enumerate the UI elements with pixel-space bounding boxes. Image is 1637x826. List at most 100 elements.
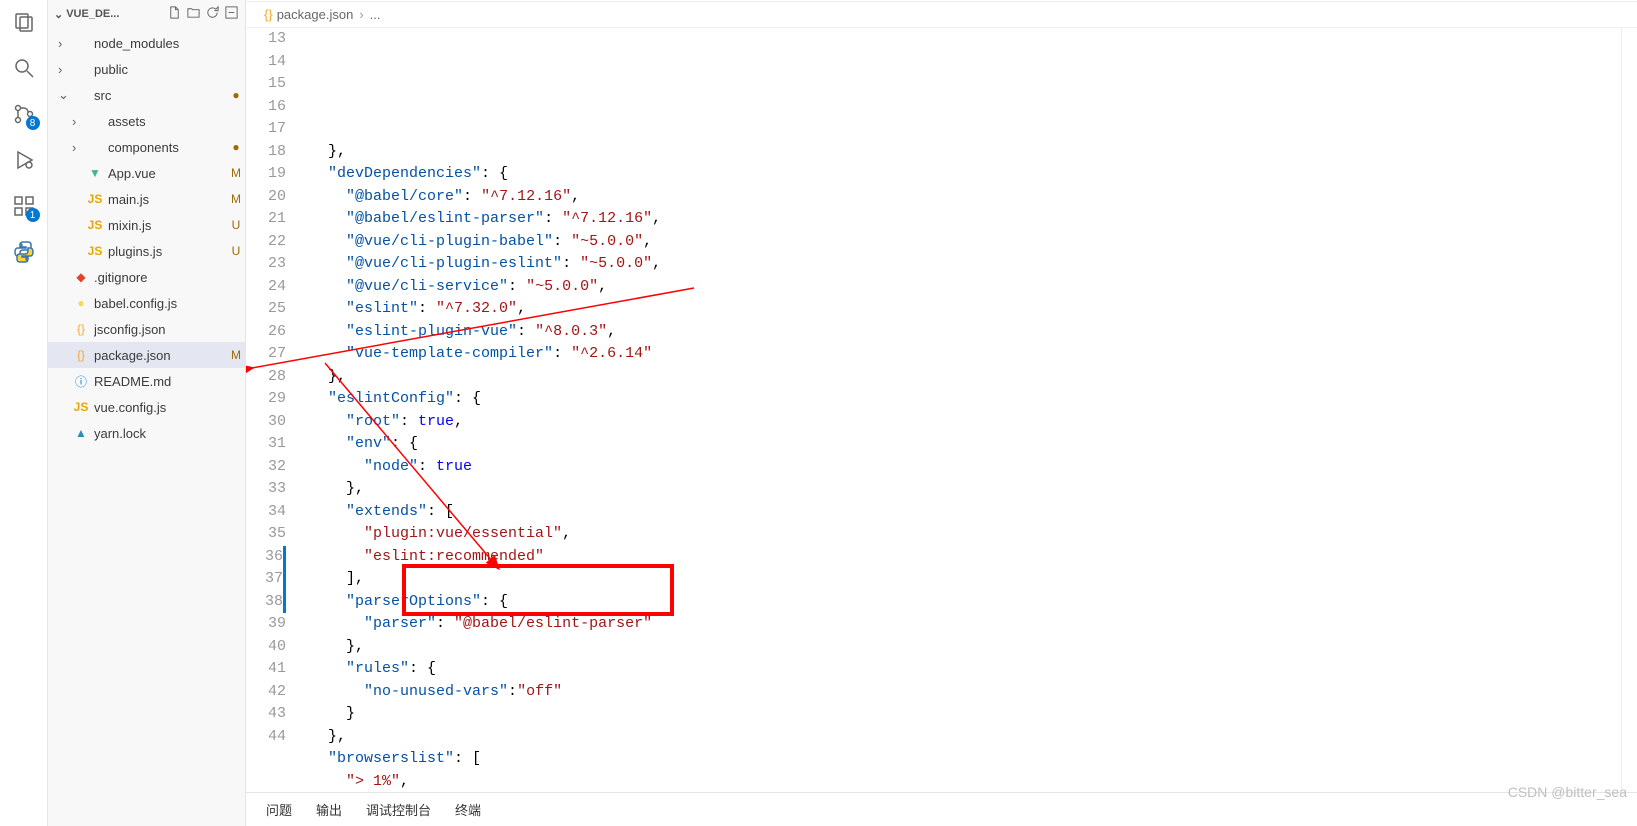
code-line[interactable]: "rules": { [304, 658, 1621, 681]
file-tree-item[interactable]: › assets [48, 108, 245, 134]
code-editor[interactable]: 1314151617181920212223242526272829303132… [246, 28, 1637, 792]
file-tree-item[interactable]: {}jsconfig.json [48, 316, 245, 342]
file-label: vue.config.js [94, 400, 227, 415]
code-content[interactable]: }, "devDependencies": { "@babel/core": "… [304, 28, 1621, 792]
sidebar-actions [167, 5, 239, 23]
explorer-icon[interactable] [10, 8, 38, 36]
new-folder-icon[interactable] [186, 5, 201, 23]
file-tree: ›node_modules›public⌄src●›assets›compone… [48, 28, 245, 826]
file-label: node_modules [94, 36, 227, 51]
file-tree-item[interactable]: ⓘREADME.md [48, 368, 245, 394]
scm-badge: 8 [26, 116, 40, 130]
minimap[interactable] [1621, 28, 1637, 792]
file-label: main.js [108, 192, 227, 207]
code-line[interactable]: "extends": [ [304, 501, 1621, 524]
file-label: package.json [94, 348, 227, 363]
extensions-badge: 1 [26, 208, 40, 222]
file-label: App.vue [108, 166, 227, 181]
app-root: 8 1 ⌄ VUE_DE... [0, 0, 1637, 826]
code-line[interactable]: "env": { [304, 433, 1621, 456]
run-debug-icon[interactable] [10, 146, 38, 174]
code-line[interactable]: "browserslist": [ [304, 748, 1621, 771]
code-line[interactable]: "no-unused-vars":"off" [304, 681, 1621, 704]
file-label: plugins.js [108, 244, 227, 259]
file-tree-item[interactable]: ●babel.config.js [48, 290, 245, 316]
code-line[interactable]: }, [304, 366, 1621, 389]
file-tree-item[interactable]: ▼App.vueM [48, 160, 245, 186]
file-tree-item[interactable]: › node_modules [48, 30, 245, 56]
breadcrumb-separator: › [359, 7, 363, 22]
watermark: CSDN @bitter_sea [1508, 784, 1627, 800]
file-tree-item[interactable]: ▲yarn.lock [48, 420, 245, 446]
file-label: yarn.lock [94, 426, 227, 441]
explorer-sidebar: ⌄ VUE_DE... ›node_modules›public⌄src●›as… [48, 0, 246, 826]
chevron-icon: › [72, 140, 86, 155]
editor-area: {} package.json › ... 131415161718192021… [246, 0, 1637, 826]
chevron-icon: ⌄ [58, 87, 72, 103]
code-line[interactable]: } [304, 703, 1621, 726]
extensions-icon[interactable]: 1 [10, 192, 38, 220]
code-line[interactable]: "@vue/cli-plugin-babel": "~5.0.0", [304, 231, 1621, 254]
code-line[interactable]: "root": true, [304, 411, 1621, 434]
code-line[interactable]: "vue-template-compiler": "^2.6.14" [304, 343, 1621, 366]
file-label: jsconfig.json [94, 322, 227, 337]
panel-tab-terminal[interactable]: 终端 [455, 800, 481, 819]
line-gutter: 1314151617181920212223242526272829303132… [246, 28, 304, 792]
code-line[interactable]: "@babel/eslint-parser": "^7.12.16", [304, 208, 1621, 231]
panel-tab-debug[interactable]: 调试控制台 [366, 800, 431, 819]
json-icon: {} [264, 7, 273, 22]
breadcrumb-file: package.json [277, 7, 354, 22]
file-tree-item[interactable]: {}package.jsonM [48, 342, 245, 368]
project-title: VUE_DE... [66, 8, 119, 20]
refresh-icon[interactable] [205, 5, 220, 23]
code-line[interactable]: "eslint-plugin-vue": "^8.0.3", [304, 321, 1621, 344]
file-label: .gitignore [94, 270, 227, 285]
file-tree-item[interactable]: ›components● [48, 134, 245, 160]
file-tree-item[interactable]: JSvue.config.js [48, 394, 245, 420]
file-label: src [94, 88, 227, 103]
file-label: mixin.js [108, 218, 227, 233]
highlight-annotation [402, 564, 674, 616]
code-line[interactable]: "plugin:vue/essential", [304, 523, 1621, 546]
file-tree-item[interactable]: ◆.gitignore [48, 264, 245, 290]
chevron-icon: › [58, 36, 72, 51]
sidebar-header[interactable]: ⌄ VUE_DE... [48, 0, 245, 28]
file-tree-item[interactable]: ⌄src● [48, 82, 245, 108]
new-file-icon[interactable] [167, 5, 182, 23]
file-label: assets [108, 114, 227, 129]
code-line[interactable]: }, [304, 726, 1621, 749]
code-line[interactable]: }, [304, 141, 1621, 164]
file-label: public [94, 62, 227, 77]
collapse-icon[interactable] [224, 5, 239, 23]
code-line[interactable]: }, [304, 478, 1621, 501]
file-label: babel.config.js [94, 296, 227, 311]
file-label: components [108, 140, 227, 155]
code-line[interactable]: }, [304, 636, 1621, 659]
code-line[interactable]: "parser": "@babel/eslint-parser" [304, 613, 1621, 636]
code-line[interactable]: "@vue/cli-service": "~5.0.0", [304, 276, 1621, 299]
breadcrumb[interactable]: {} package.json › ... [246, 2, 1637, 28]
file-label: README.md [94, 374, 227, 389]
code-line[interactable]: "node": true [304, 456, 1621, 479]
code-line[interactable]: "@babel/core": "^7.12.16", [304, 186, 1621, 209]
code-line[interactable]: "> 1%", [304, 771, 1621, 793]
file-tree-item[interactable]: › public [48, 56, 245, 82]
code-line[interactable]: "@vue/cli-plugin-eslint": "~5.0.0", [304, 253, 1621, 276]
code-line[interactable]: "eslintConfig": { [304, 388, 1621, 411]
code-line[interactable]: "eslint": "^7.32.0", [304, 298, 1621, 321]
panel-tab-output[interactable]: 输出 [316, 800, 342, 819]
chevron-icon: › [72, 114, 86, 129]
source-control-icon[interactable]: 8 [10, 100, 38, 128]
code-line[interactable]: "devDependencies": { [304, 163, 1621, 186]
breadcrumb-rest: ... [370, 7, 381, 22]
python-icon[interactable] [10, 238, 38, 266]
chevron-icon: › [58, 62, 72, 77]
activity-bar: 8 1 [0, 0, 48, 826]
file-tree-item[interactable]: JSplugins.jsU [48, 238, 245, 264]
search-icon[interactable] [10, 54, 38, 82]
file-tree-item[interactable]: JSmain.jsM [48, 186, 245, 212]
panel-tab-problems[interactable]: 问题 [266, 800, 292, 819]
chevron-down-icon: ⌄ [54, 8, 63, 21]
bottom-panel: 问题 输出 调试控制台 终端 [246, 792, 1637, 826]
file-tree-item[interactable]: JSmixin.jsU [48, 212, 245, 238]
